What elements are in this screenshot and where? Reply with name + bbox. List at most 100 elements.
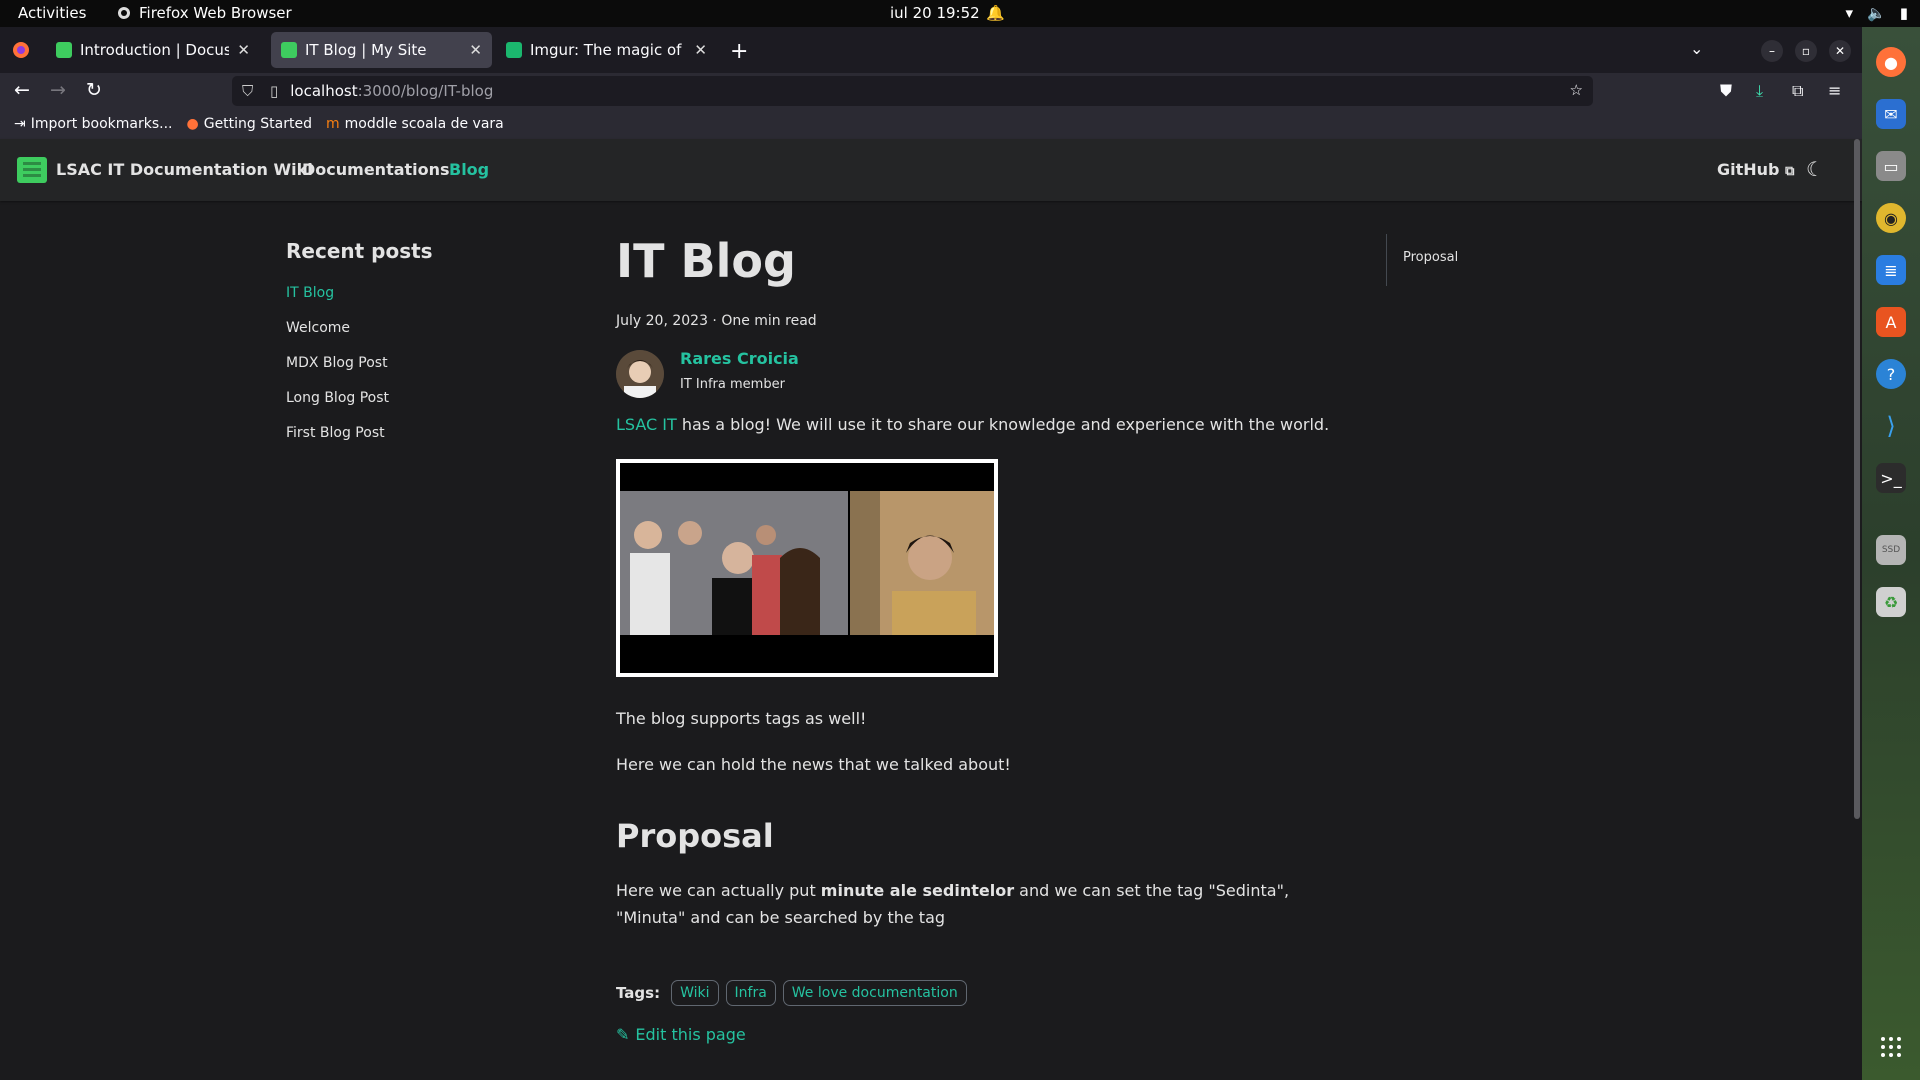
toc-item-proposal[interactable]: Proposal: [1403, 250, 1458, 265]
docusaurus-favicon-icon: [56, 42, 72, 58]
bookmark-moodle[interactable]: m moddle scoala de vara: [326, 116, 504, 132]
paragraph-proposal: Here we can actually put minute ale sedi…: [616, 877, 1356, 931]
writer-dock-icon[interactable]: ≣: [1876, 255, 1906, 285]
show-apps-icon[interactable]: [1881, 1037, 1903, 1059]
imgur-favicon-icon: [506, 42, 522, 58]
bookmark-label: moddle scoala de vara: [344, 116, 504, 132]
github-label: GitHub: [1717, 160, 1780, 179]
nav-github[interactable]: GitHub ⧉: [1717, 160, 1794, 179]
nav-blog[interactable]: Blog: [449, 160, 489, 179]
help-dock-icon[interactable]: ?: [1876, 359, 1906, 389]
tab-introduction[interactable]: Introduction | Docusaurus ✕: [46, 32, 260, 68]
recent-post-mdx[interactable]: MDX Blog Post: [286, 355, 389, 390]
tab-strip: Introduction | Docusaurus ✕ IT Blog | My…: [0, 27, 1862, 73]
rhythmbox-dock-icon[interactable]: ◉: [1876, 203, 1906, 233]
new-tab-icon[interactable]: +: [730, 39, 748, 64]
ubuntu-dock: ● ✉ ▭ ◉ ≣ A ? ⟩ >_ SSD ♻: [1862, 27, 1920, 1080]
author-name[interactable]: Rares Croicia: [680, 349, 799, 368]
intro-text: has a blog! We will use it to share our …: [676, 415, 1330, 434]
system-tray[interactable]: ▾ 🔈 ▮: [1846, 4, 1908, 22]
external-link-icon: ⧉: [1785, 164, 1795, 179]
close-tab-icon[interactable]: ✕: [469, 41, 482, 59]
activities-button[interactable]: Activities: [18, 4, 86, 22]
avatar-image: [616, 350, 664, 398]
nav-documentations[interactable]: Documentations: [302, 160, 450, 179]
bookmark-label: Import bookmarks...: [30, 116, 173, 132]
tag-we-love-documentation[interactable]: We love documentation: [782, 980, 967, 1006]
docusaurus-favicon-icon: [281, 42, 297, 58]
author-avatar[interactable]: [616, 350, 664, 398]
post-image: [616, 459, 998, 677]
paragraph-tags-support: The blog supports tags as well!: [616, 709, 867, 728]
app-name: Firefox Web Browser: [139, 4, 292, 22]
import-icon: ⇥: [14, 116, 26, 132]
list-all-tabs-icon[interactable]: ⌄: [1690, 39, 1703, 58]
notification-bell-icon: 🔔: [986, 4, 1005, 22]
firefox-view-icon[interactable]: [12, 41, 30, 59]
close-tab-icon[interactable]: ✕: [694, 41, 707, 59]
bookmark-star-icon[interactable]: ☆: [1570, 81, 1583, 99]
tags-label: Tags:: [616, 984, 661, 1002]
pocket-icon[interactable]: ⛊: [1720, 81, 1732, 101]
reload-icon[interactable]: ↻: [86, 79, 102, 101]
recent-post-long[interactable]: Long Blog Post: [286, 390, 389, 425]
extensions-icon[interactable]: ⧉: [1792, 81, 1803, 101]
tag-wiki[interactable]: Wiki: [671, 980, 719, 1006]
tag-infra[interactable]: Infra: [725, 980, 776, 1006]
tab-title: Introduction | Docusaurus: [80, 41, 230, 59]
bookmarks-toolbar: ⇥ Import bookmarks... ● Getting Started mm…: [0, 109, 1862, 139]
firefox-icon: ●: [186, 116, 199, 132]
bookmark-label: Getting Started: [203, 116, 312, 132]
site-brand[interactable]: LSAC IT Documentation Wiki: [56, 160, 313, 179]
tab-title: Imgur: The magic of the Internet: [530, 41, 686, 59]
app-center-dock-icon[interactable]: A: [1876, 307, 1906, 337]
forward-icon[interactable]: →: [50, 79, 66, 101]
edit-label: Edit this page: [635, 1025, 746, 1044]
table-of-contents: Proposal: [1386, 234, 1458, 286]
url-path: :3000/blog/IT-blog: [357, 82, 494, 100]
dark-mode-toggle-icon[interactable]: ☾: [1806, 157, 1824, 181]
bookmark-import[interactable]: ⇥ Import bookmarks...: [14, 116, 173, 132]
site-logo-icon[interactable]: [17, 157, 47, 183]
page-info-icon[interactable]: ▯: [270, 82, 278, 100]
proposal-text-a: Here we can actually put: [616, 881, 821, 900]
files-dock-icon[interactable]: ▭: [1876, 151, 1906, 181]
terminal-dock-icon[interactable]: >_: [1876, 463, 1906, 493]
post-title: IT Blog: [616, 234, 796, 288]
downloads-icon[interactable]: ⤓: [1756, 81, 1763, 101]
url-host: localhost: [290, 82, 358, 100]
pencil-icon: ✎: [616, 1025, 630, 1044]
recent-post-welcome[interactable]: Welcome: [286, 320, 389, 355]
clock[interactable]: iul 20 19:52: [890, 4, 980, 22]
sidebar-title: Recent posts: [286, 239, 433, 263]
close-window-icon[interactable]: ✕: [1829, 40, 1851, 62]
bookmark-getting-started[interactable]: ● Getting Started: [187, 116, 312, 132]
ssd-drive-dock-icon[interactable]: SSD: [1876, 535, 1906, 565]
tracking-protection-icon[interactable]: ⛉: [242, 82, 258, 100]
address-bar[interactable]: ⛉ ▯ localhost:3000/blog/IT-blog ☆: [232, 76, 1593, 106]
page-scrollbar[interactable]: [1854, 139, 1860, 819]
lsac-it-link[interactable]: LSAC IT: [616, 415, 677, 434]
recent-post-it-blog[interactable]: IT Blog: [286, 285, 389, 320]
url-text[interactable]: localhost:3000/blog/IT-blog: [290, 82, 493, 100]
paragraph-news: Here we can hold the news that we talked…: [616, 755, 1011, 774]
app-menu[interactable]: Firefox Web Browser: [117, 4, 292, 22]
back-icon[interactable]: ←: [14, 79, 30, 101]
vscode-dock-icon[interactable]: ⟩: [1876, 411, 1906, 441]
tab-it-blog[interactable]: IT Blog | My Site ✕: [271, 32, 492, 68]
edit-this-page-link[interactable]: ✎ Edit this page: [616, 1025, 746, 1044]
heading-proposal: Proposal: [616, 817, 774, 855]
minimize-icon[interactable]: –: [1761, 40, 1783, 62]
thunderbird-dock-icon[interactable]: ✉: [1876, 99, 1906, 129]
post-meta: July 20, 2023 · One min read: [616, 313, 817, 329]
tab-imgur[interactable]: Imgur: The magic of the Internet ✕: [496, 32, 717, 68]
recent-posts-list: IT Blog Welcome MDX Blog Post Long Blog …: [286, 285, 389, 460]
maximize-icon[interactable]: ▫: [1795, 40, 1817, 62]
close-tab-icon[interactable]: ✕: [237, 41, 250, 59]
trash-dock-icon[interactable]: ♻: [1876, 587, 1906, 617]
menu-icon[interactable]: ≡: [1828, 81, 1841, 100]
firefox-dock-icon[interactable]: ●: [1876, 47, 1906, 77]
system-top-bar: Activities Firefox Web Browser iul 20 19…: [0, 0, 1920, 27]
firefox-icon: [118, 7, 130, 19]
recent-post-first[interactable]: First Blog Post: [286, 425, 389, 460]
